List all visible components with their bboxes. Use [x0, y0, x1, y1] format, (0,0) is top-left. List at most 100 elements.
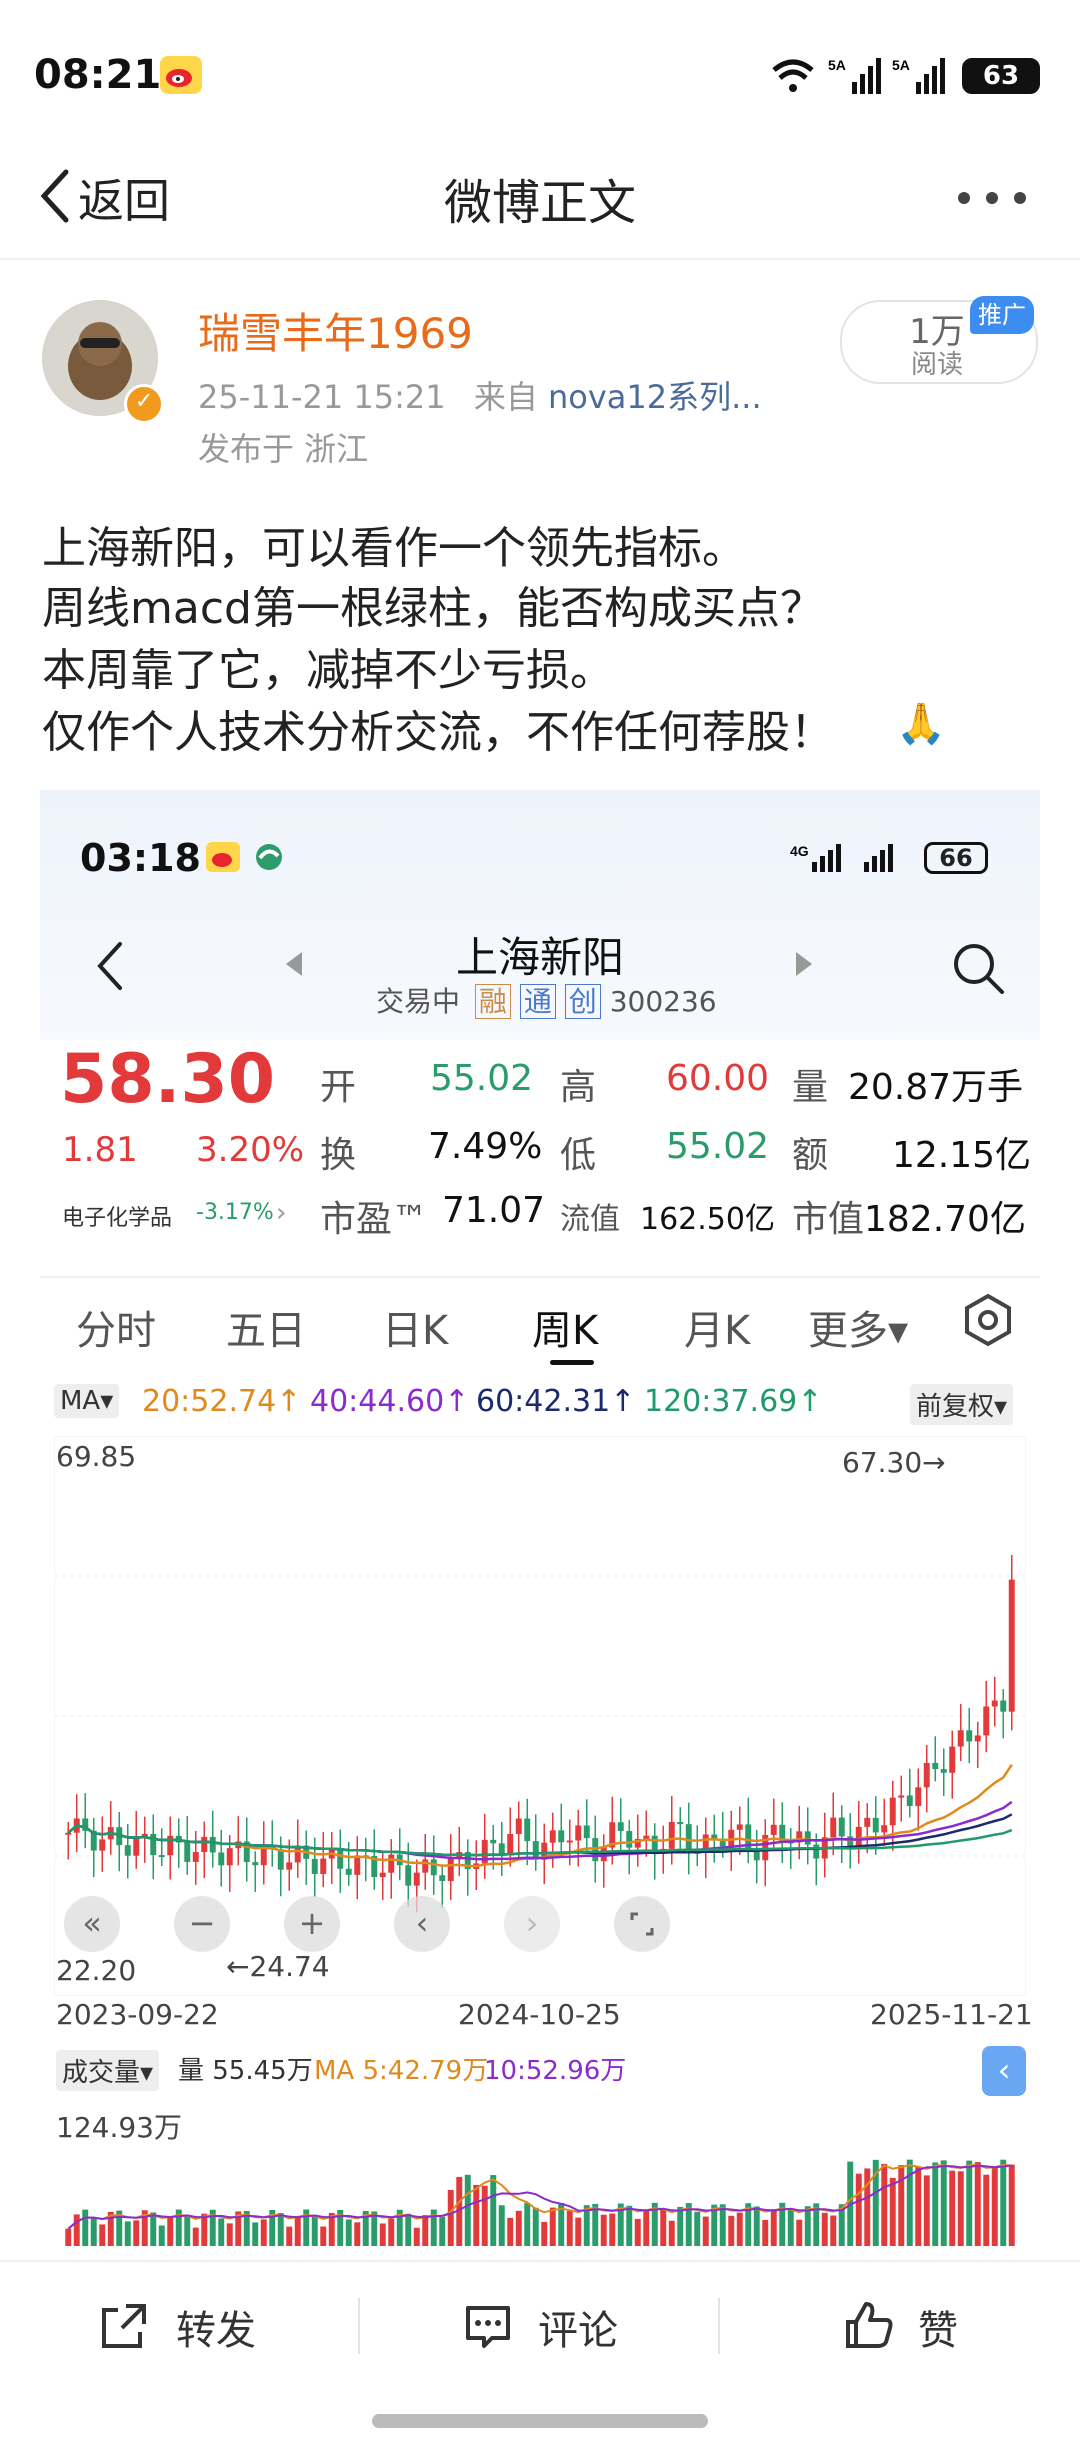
- tab-yuek[interactable]: 月K: [684, 1298, 750, 1356]
- candle-body: [711, 1834, 718, 1839]
- post-location: 发布于 浙江: [198, 430, 369, 468]
- volume-bar: [226, 2223, 233, 2246]
- sector-chevron-icon: ›: [276, 1198, 287, 1228]
- quote-mktcap-value: 182.70亿: [864, 1199, 1026, 1240]
- candle-body: [983, 1706, 990, 1736]
- candle-body: [583, 1825, 590, 1839]
- candle-body: [209, 1836, 216, 1853]
- volume-bar: [923, 2175, 930, 2246]
- tab-fenshi[interactable]: 分时: [76, 1298, 156, 1356]
- candle-body: [575, 1825, 582, 1841]
- username[interactable]: 瑞雪丰年1969: [198, 300, 473, 361]
- scroll-left-icon[interactable]: ‹: [394, 1896, 450, 1952]
- more-options-icon[interactable]: [952, 188, 1052, 208]
- candle-body: [507, 1833, 514, 1854]
- shot-status-time: 03:18: [80, 836, 201, 880]
- volume-bar: [345, 2219, 352, 2246]
- volume-bar: [762, 2219, 769, 2246]
- svg-text:4G: 4G: [790, 843, 809, 859]
- next-stock-icon[interactable]: [794, 950, 814, 982]
- zoom-in-icon[interactable]: +: [284, 1896, 340, 1952]
- sector-pct[interactable]: -3.17%: [196, 1200, 274, 1225]
- volume-bar: [167, 2216, 174, 2246]
- volume-bar: [694, 2211, 701, 2246]
- candle-body: [354, 1855, 361, 1875]
- tab-zhouk[interactable]: 周K: [532, 1298, 598, 1356]
- ma60-label: 60:42.31↑: [476, 1384, 636, 1419]
- volume-bar: [991, 2167, 998, 2246]
- volume-bar: [252, 2222, 259, 2246]
- tab-more[interactable]: 更多▾: [808, 1298, 908, 1356]
- shot-battery-level: 66: [939, 844, 973, 872]
- volume-bar: [515, 2210, 522, 2246]
- repost-button[interactable]: 转发: [98, 2290, 298, 2360]
- candle-body: [311, 1858, 318, 1875]
- post-source[interactable]: nova12系列...: [548, 378, 762, 416]
- candle-body: [413, 1872, 420, 1886]
- shot-search-icon[interactable]: [950, 940, 1006, 1000]
- zoom-out-icon[interactable]: −: [174, 1896, 230, 1952]
- adjust-selector[interactable]: 前复权▾: [910, 1384, 1014, 1425]
- candle-body: [405, 1865, 412, 1886]
- volume-bar: [311, 2215, 318, 2246]
- candle-body: [337, 1849, 344, 1869]
- ma-selector[interactable]: MA▾: [54, 1384, 120, 1418]
- panel-collapse-button[interactable]: ‹: [982, 2046, 1026, 2096]
- tab-wuri[interactable]: 五日: [226, 1298, 306, 1356]
- quote-turnover-value: 7.49%: [428, 1126, 543, 1167]
- volume-bar: [932, 2162, 939, 2246]
- candle-body: [940, 1769, 947, 1773]
- volume-bar: [796, 2219, 803, 2246]
- source-prefix: 来自: [473, 378, 538, 416]
- promo-badge[interactable]: 推广: [970, 296, 1034, 334]
- candle-body: [226, 1848, 233, 1866]
- nav-divider: [0, 258, 1080, 260]
- weibo-app-icon: [160, 56, 202, 94]
- candle-body: [150, 1833, 157, 1856]
- candle-body: [439, 1875, 446, 1881]
- candle-body: [558, 1830, 565, 1843]
- jump-start-icon[interactable]: «: [64, 1896, 120, 1952]
- quote-high-label: 高: [560, 1067, 597, 1108]
- comment-button[interactable]: 评论: [462, 2290, 662, 2360]
- fullscreen-icon[interactable]: [614, 1896, 670, 1952]
- scroll-right-icon[interactable]: ›: [504, 1896, 560, 1952]
- repost-label: 转发: [176, 2308, 256, 2354]
- candle-body: [906, 1795, 913, 1807]
- volume-bar: [668, 2220, 675, 2246]
- action-divider-2: [718, 2298, 720, 2354]
- candle-body: [745, 1824, 752, 1851]
- candle-body: [898, 1795, 905, 1798]
- zoom-controls: « − + ‹ ›: [64, 1896, 670, 1952]
- candle-body: [192, 1852, 199, 1862]
- volume-bar: [447, 2189, 454, 2246]
- quote-open-value: 55.02: [430, 1058, 534, 1099]
- volume-bar: [974, 2162, 981, 2246]
- volume-bar: [830, 2215, 837, 2246]
- volume-bar: [201, 2213, 208, 2246]
- volume-bar: [728, 2215, 735, 2246]
- volume-bar: [889, 2177, 896, 2246]
- like-button[interactable]: 赞: [842, 2290, 1002, 2360]
- thumbs-up-icon: [846, 2302, 893, 2348]
- shot-back-icon[interactable]: [94, 940, 124, 996]
- volume-selector[interactable]: 成交量▾: [56, 2050, 160, 2091]
- volume-bar: [609, 2213, 616, 2246]
- candle-body: [515, 1818, 522, 1834]
- volume-bar: [566, 2210, 573, 2246]
- volume-bar: [821, 2212, 828, 2246]
- low-marker: ←24.74: [226, 1950, 330, 1983]
- candle-body: [770, 1824, 777, 1835]
- volume-bar: [90, 2217, 97, 2246]
- volume-bar: [65, 2228, 72, 2246]
- candle-body: [872, 1817, 879, 1833]
- chart-settings-icon[interactable]: [960, 1292, 1016, 1352]
- sector-name[interactable]: 电子化学品: [62, 1200, 172, 1232]
- volume-bar: [983, 2174, 990, 2246]
- candle-body: [286, 1862, 293, 1870]
- stock-name: 上海新阳: [455, 933, 624, 982]
- prev-stock-icon[interactable]: [284, 950, 304, 982]
- comment-label: 评论: [538, 2308, 618, 2354]
- tab-rik[interactable]: 日K: [382, 1298, 448, 1356]
- quote-volume-value: 20.87万手: [848, 1067, 1024, 1108]
